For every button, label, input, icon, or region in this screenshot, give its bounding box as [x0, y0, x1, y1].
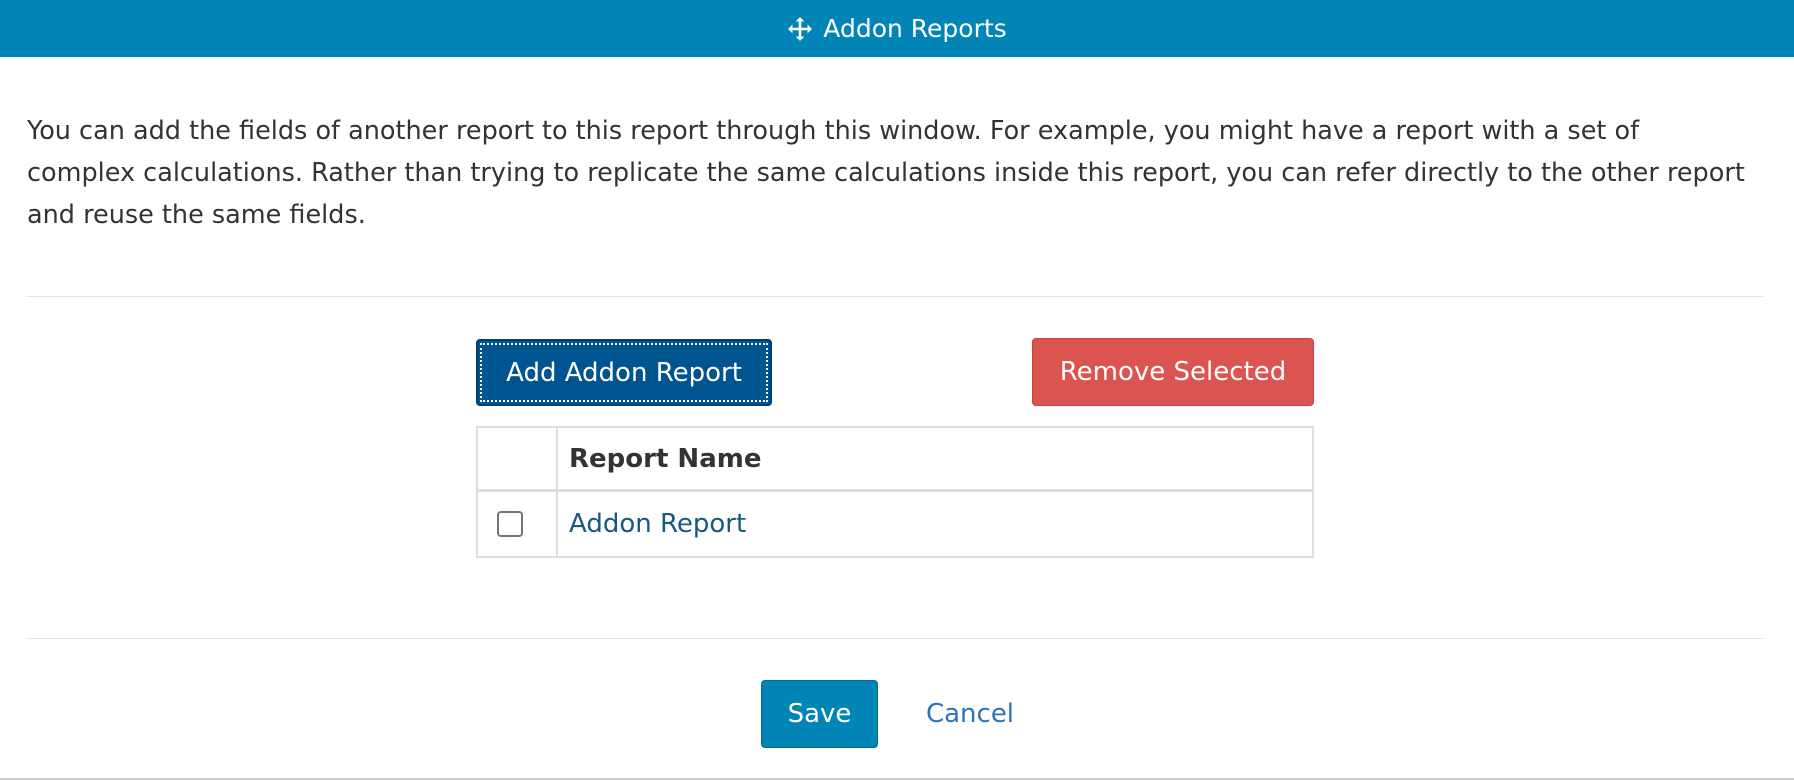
row-select-checkbox[interactable]: [497, 511, 523, 537]
add-addon-report-button[interactable]: Add Addon Report: [476, 339, 772, 406]
divider-bottom: [27, 638, 1763, 639]
cancel-link[interactable]: Cancel: [905, 680, 1035, 748]
addon-reports-dialog: Addon Reports You can add the fields of …: [0, 0, 1794, 780]
header-check-cell: [478, 428, 558, 489]
report-link[interactable]: Addon Report: [569, 509, 746, 539]
table-header-row: Report Name: [478, 428, 1312, 492]
dialog-title: Addon Reports: [823, 14, 1007, 43]
move-arrows-icon: [787, 16, 813, 42]
divider-top: [27, 296, 1763, 297]
dialog-titlebar[interactable]: Addon Reports: [0, 0, 1794, 57]
row-check-cell: [478, 492, 558, 556]
addon-reports-table: Report Name Addon Report: [476, 426, 1314, 558]
save-button[interactable]: Save: [761, 680, 878, 748]
dialog-description: You can add the fields of another report…: [27, 116, 1745, 230]
table-row: Addon Report: [478, 492, 1312, 556]
column-header-report-name: Report Name: [569, 443, 762, 474]
row-name-cell: Addon Report: [558, 492, 1312, 556]
remove-selected-button[interactable]: Remove Selected: [1032, 338, 1314, 406]
